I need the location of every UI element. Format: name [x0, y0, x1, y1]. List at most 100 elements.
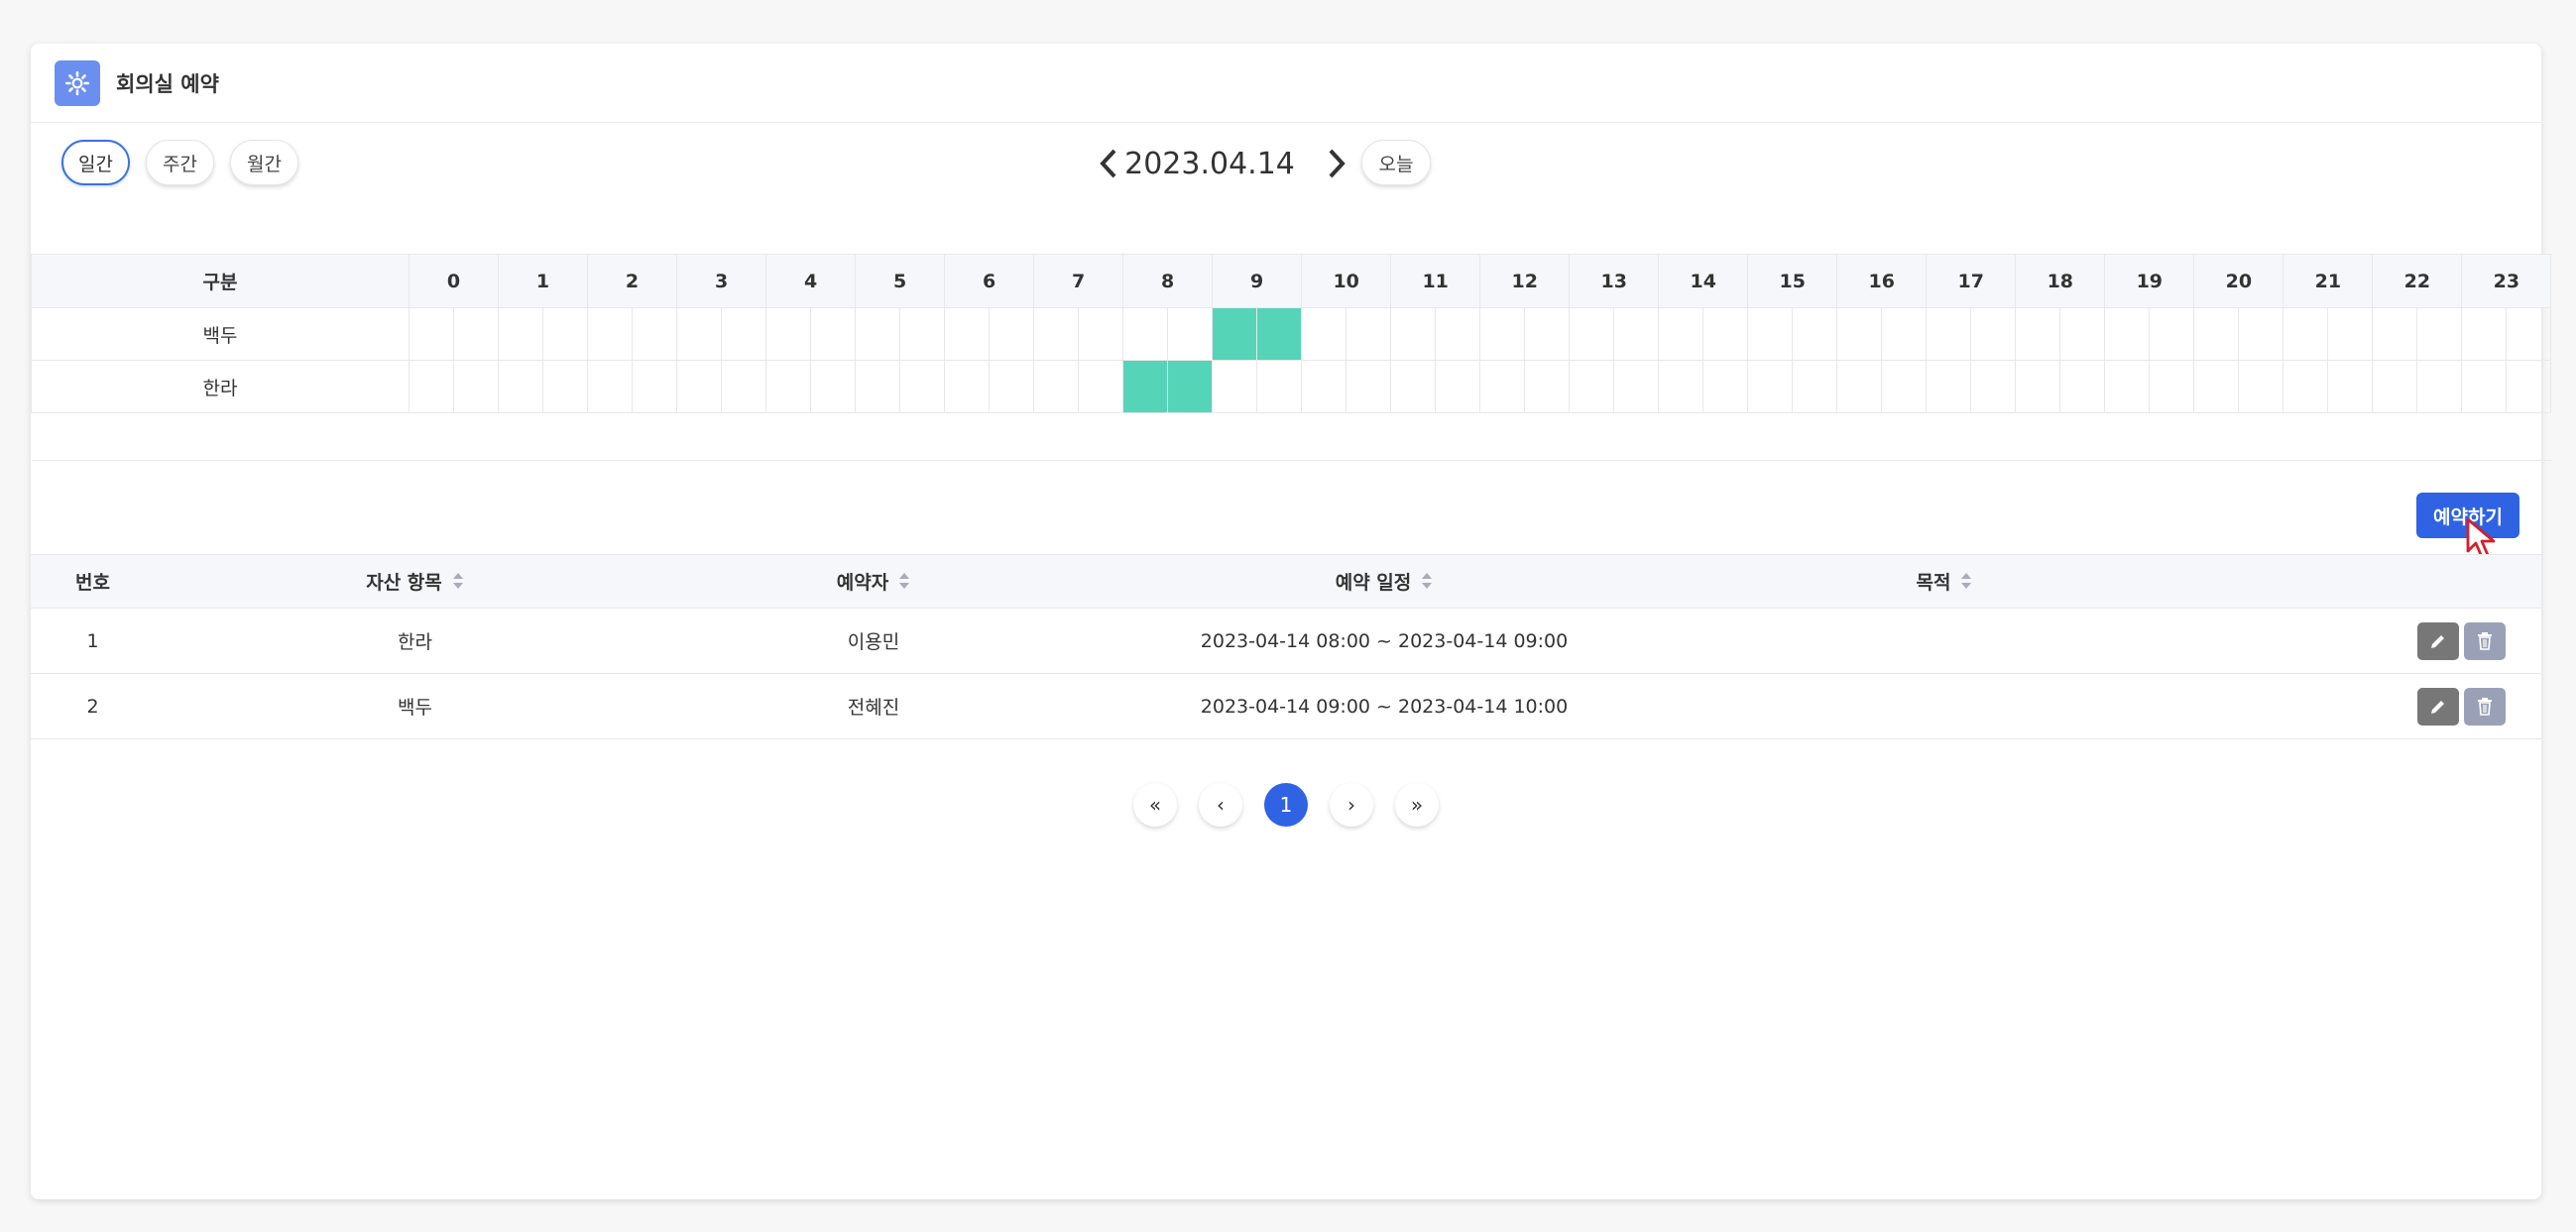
- time-slot[interactable]: [1479, 360, 1526, 413]
- time-slot[interactable]: [1524, 307, 1571, 361]
- col-header-schedule[interactable]: 예약 일정: [1072, 554, 1697, 609]
- time-slot[interactable]: [542, 307, 589, 361]
- time-slot[interactable]: [2015, 307, 2061, 361]
- time-slot[interactable]: [1702, 360, 1749, 413]
- time-slot[interactable]: [409, 307, 454, 361]
- time-slot[interactable]: [1569, 360, 1615, 413]
- time-slot[interactable]: [1702, 307, 1749, 361]
- time-slot[interactable]: [721, 307, 767, 361]
- time-slot[interactable]: [2015, 360, 2061, 413]
- time-slot[interactable]: [542, 360, 589, 413]
- time-slot[interactable]: [1524, 360, 1571, 413]
- time-slot[interactable]: [2461, 307, 2508, 361]
- time-slot[interactable]: [2506, 307, 2552, 361]
- sort-icon[interactable]: [452, 572, 464, 595]
- prev-page-button[interactable]: ‹: [1199, 783, 1242, 827]
- time-slot[interactable]: [1881, 360, 1928, 413]
- time-slot[interactable]: [452, 307, 500, 361]
- reserved-slot[interactable]: [1256, 307, 1303, 361]
- view-weekly-button[interactable]: 주간: [146, 140, 214, 185]
- edit-button[interactable]: [2417, 621, 2459, 660]
- time-slot[interactable]: [1926, 360, 1972, 413]
- time-slot[interactable]: [632, 360, 678, 413]
- delete-button[interactable]: [2464, 621, 2506, 660]
- time-slot[interactable]: [452, 360, 500, 413]
- time-slot[interactable]: [1836, 360, 1883, 413]
- col-header-purpose[interactable]: 목적: [1697, 554, 2192, 609]
- first-page-button[interactable]: «: [1133, 783, 1177, 827]
- col-header-person[interactable]: 예약자: [675, 554, 1072, 609]
- time-slot[interactable]: [2283, 307, 2329, 361]
- time-slot[interactable]: [2283, 360, 2329, 413]
- time-slot[interactable]: [1658, 360, 1704, 413]
- reserved-slot[interactable]: [1212, 307, 1258, 361]
- time-slot[interactable]: [1301, 360, 1347, 413]
- time-slot[interactable]: [676, 360, 723, 413]
- time-slot[interactable]: [2506, 360, 2552, 413]
- time-slot[interactable]: [587, 307, 634, 361]
- time-slot[interactable]: [899, 307, 946, 361]
- sort-icon[interactable]: [1960, 572, 1972, 595]
- time-slot[interactable]: [721, 360, 767, 413]
- time-slot[interactable]: [2149, 360, 2195, 413]
- time-slot[interactable]: [1078, 307, 1124, 361]
- time-slot[interactable]: [1301, 307, 1347, 361]
- time-slot[interactable]: [1747, 360, 1794, 413]
- time-slot[interactable]: [989, 360, 1035, 413]
- time-slot[interactable]: [944, 307, 991, 361]
- time-slot[interactable]: [944, 360, 991, 413]
- last-page-button[interactable]: »: [1395, 783, 1439, 827]
- time-slot[interactable]: [1435, 307, 1481, 361]
- time-slot[interactable]: [587, 360, 634, 413]
- time-slot[interactable]: [1390, 307, 1437, 361]
- time-slot[interactable]: [1569, 307, 1615, 361]
- time-slot[interactable]: [2104, 307, 2151, 361]
- view-monthly-button[interactable]: 월간: [230, 140, 298, 185]
- reserved-slot[interactable]: [1167, 360, 1214, 413]
- time-slot[interactable]: [1033, 360, 1080, 413]
- time-slot[interactable]: [1747, 307, 1794, 361]
- time-slot[interactable]: [1479, 307, 1526, 361]
- time-slot[interactable]: [2059, 307, 2106, 361]
- sort-icon[interactable]: [898, 572, 910, 595]
- time-slot[interactable]: [765, 360, 812, 413]
- time-slot[interactable]: [2327, 307, 2374, 361]
- time-slot[interactable]: [2193, 360, 2240, 413]
- time-slot[interactable]: [1881, 307, 1928, 361]
- time-slot[interactable]: [498, 360, 544, 413]
- sort-icon[interactable]: [1421, 572, 1433, 595]
- time-slot[interactable]: [810, 360, 857, 413]
- time-slot[interactable]: [1390, 360, 1437, 413]
- next-page-button[interactable]: ›: [1330, 783, 1373, 827]
- time-slot[interactable]: [2461, 360, 2508, 413]
- time-slot[interactable]: [1970, 360, 2017, 413]
- time-slot[interactable]: [899, 360, 946, 413]
- time-slot[interactable]: [2416, 307, 2463, 361]
- time-slot[interactable]: [1033, 307, 1080, 361]
- page-button-current[interactable]: 1: [1264, 783, 1308, 827]
- time-slot[interactable]: [1256, 360, 1303, 413]
- time-slot[interactable]: [2149, 307, 2195, 361]
- time-slot[interactable]: [1613, 360, 1660, 413]
- time-slot[interactable]: [1167, 307, 1214, 361]
- time-slot[interactable]: [1613, 307, 1660, 361]
- time-slot[interactable]: [855, 307, 901, 361]
- time-slot[interactable]: [855, 360, 901, 413]
- time-slot[interactable]: [676, 307, 723, 361]
- time-slot[interactable]: [2327, 360, 2374, 413]
- view-daily-button[interactable]: 일간: [61, 140, 130, 185]
- time-slot[interactable]: [2416, 360, 2463, 413]
- time-slot[interactable]: [1078, 360, 1124, 413]
- time-slot[interactable]: [632, 307, 678, 361]
- edit-button[interactable]: [2417, 687, 2459, 726]
- time-slot[interactable]: [1970, 307, 2017, 361]
- time-slot[interactable]: [1792, 307, 1838, 361]
- delete-button[interactable]: [2464, 687, 2506, 726]
- reserved-slot[interactable]: [1122, 360, 1169, 413]
- time-slot[interactable]: [989, 307, 1035, 361]
- time-slot[interactable]: [2059, 360, 2106, 413]
- time-slot[interactable]: [2104, 360, 2151, 413]
- time-slot[interactable]: [1212, 360, 1258, 413]
- time-slot[interactable]: [810, 307, 857, 361]
- time-slot[interactable]: [409, 360, 454, 413]
